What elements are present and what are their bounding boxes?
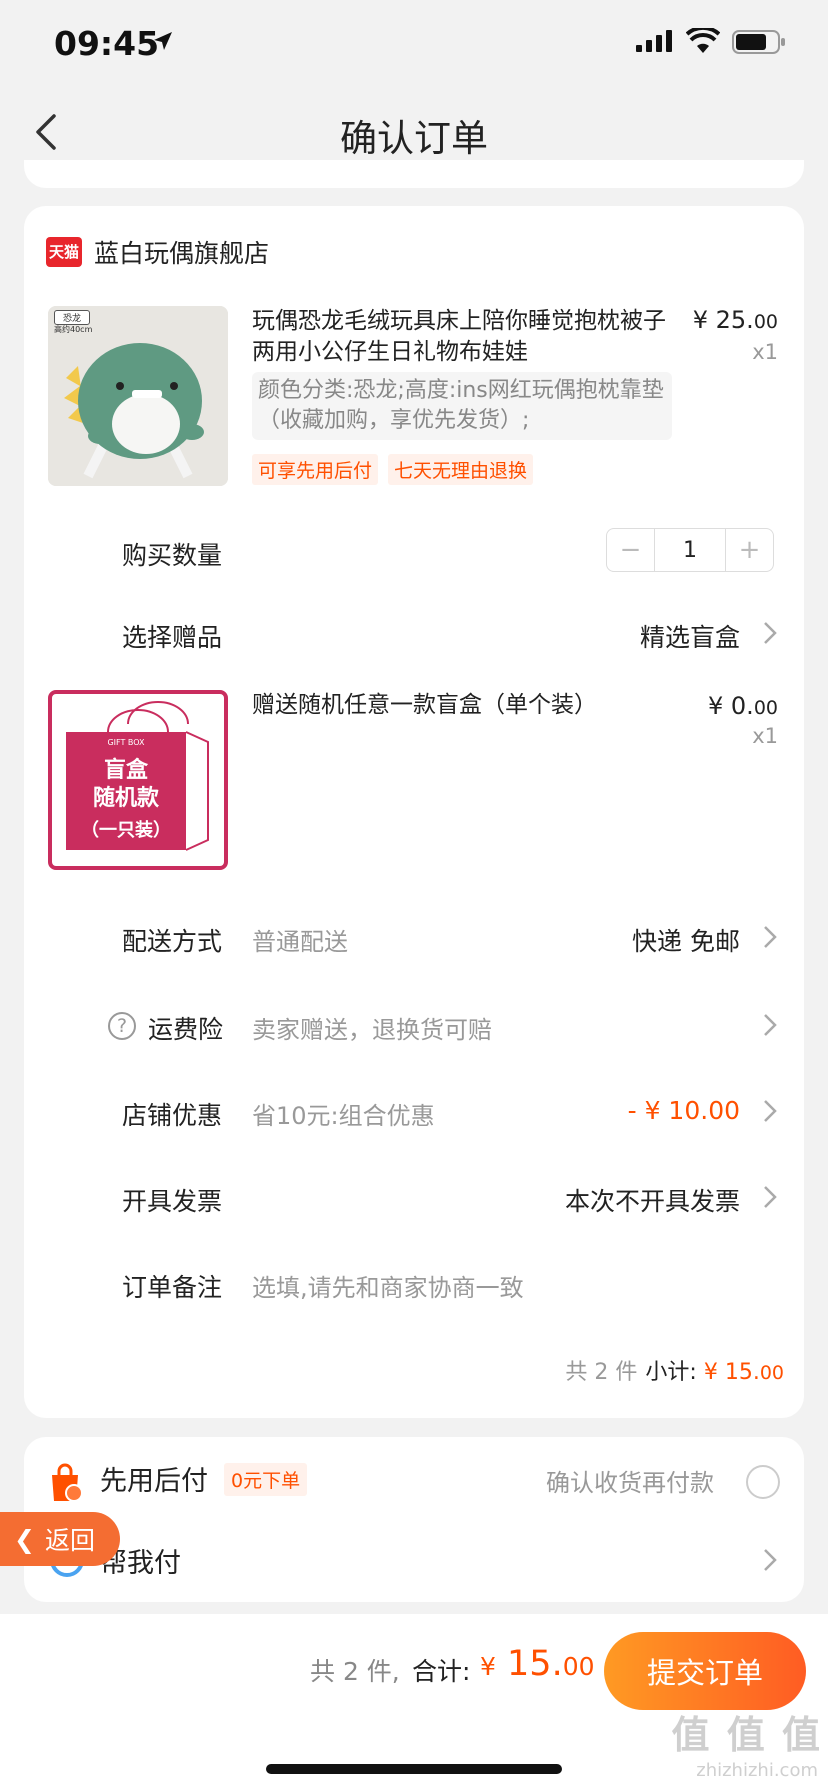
- chevron-right-icon: [764, 1100, 777, 1122]
- product-spec[interactable]: 颜色分类:恐龙;高度:ins网红玩偶抱枕靠垫（收藏加购，享优先发货）;: [252, 372, 672, 440]
- chevron-right-icon: [764, 622, 777, 644]
- invoice-label: 开具发票: [122, 1187, 223, 1216]
- product-image[interactable]: 恐龙 高约40cm: [48, 306, 228, 486]
- order-note-input[interactable]: 选填,请先和商家协商一致: [252, 1268, 524, 1303]
- shop-name: 蓝白玩偶旗舰店: [94, 239, 270, 268]
- quantity-label: 购买数量: [122, 541, 223, 570]
- page-title: 确认订单: [340, 117, 488, 160]
- cellular-signal-icon: [636, 30, 672, 52]
- chevron-left-icon: ❮: [14, 1524, 35, 1554]
- tmall-badge-icon: 天猫: [46, 237, 82, 267]
- subtotal-label: 小计:: [645, 1360, 697, 1385]
- discount-value: - ¥ 10.00: [627, 1096, 740, 1125]
- total-currency: ¥: [480, 1652, 496, 1681]
- product-price-int: ¥ 25.: [692, 306, 754, 334]
- quantity-value[interactable]: 1: [655, 529, 725, 571]
- submit-order-button[interactable]: 提交订单: [604, 1632, 806, 1710]
- delivery-label: 配送方式: [122, 927, 223, 956]
- gift-box-small-text: GIFT BOX: [107, 738, 145, 747]
- insurance-sub: 卖家赠送，退换货可赔: [252, 1016, 492, 1044]
- insurance-label: 运费险: [148, 1015, 224, 1044]
- pay-later-label: 先用后付: [100, 1466, 208, 1497]
- total-amount: ¥ 15.00: [480, 1644, 595, 1684]
- total-count: 共 2 件,: [310, 1657, 400, 1686]
- invoice-value: 本次不开具发票: [564, 1187, 740, 1216]
- floating-back-button[interactable]: ❮ 返回: [0, 1512, 120, 1566]
- delivery-value: 快递 免邮: [632, 927, 740, 956]
- gift-price-dec: 00: [753, 697, 778, 719]
- gift-item-qty: x1: [752, 724, 778, 748]
- quantity-stepper: − 1 +: [606, 528, 774, 572]
- shop-header[interactable]: 天猫 蓝白玩偶旗舰店: [46, 234, 269, 270]
- gift-box-line2: 随机款: [92, 786, 159, 811]
- chevron-right-icon: [764, 1549, 777, 1571]
- shopping-bag-icon: [52, 1463, 83, 1502]
- tag-seven-day-return: 七天无理由退换: [388, 454, 534, 485]
- subtotal-amount: ¥ 15.00: [704, 1360, 784, 1385]
- pay-later-badge: 0元下单: [224, 1463, 308, 1496]
- battery-icon: [732, 30, 785, 54]
- note-label: 订单备注: [122, 1273, 223, 1302]
- watermark-url: zhizhizhi.com: [696, 1760, 818, 1781]
- subtotal-amount-dec: 00: [759, 1362, 784, 1384]
- location-arrow-icon: [154, 32, 172, 50]
- delivery-sub: 普通配送: [252, 928, 348, 956]
- question-circle-icon[interactable]: ?: [108, 1012, 136, 1040]
- gift-price-int: ¥ 0.: [708, 692, 754, 720]
- floating-back-label: 返回: [44, 1526, 95, 1555]
- tag-pay-later: 可享先用后付: [252, 454, 379, 485]
- chevron-right-icon: [764, 926, 777, 948]
- gift-label: 选择赠品: [122, 623, 223, 652]
- chevron-right-icon: [764, 1186, 777, 1208]
- previous-card-edge: [24, 160, 804, 188]
- subtotal-amount-int: ¥ 15.: [703, 1360, 760, 1385]
- status-bar: 09:45: [0, 0, 828, 90]
- product-price-dec: 00: [753, 311, 778, 333]
- product-image-size: 高约40cm: [54, 325, 93, 334]
- subtotal: 共 2 件小计: ¥ 15.00: [565, 1354, 784, 1386]
- status-time: 09:45: [54, 24, 160, 63]
- gift-box-line3: （一只装）: [81, 820, 171, 841]
- total-label: 合计:: [412, 1657, 471, 1686]
- product-image-tag: 恐龙: [54, 310, 91, 325]
- subtotal-count: 共 2 件: [565, 1360, 638, 1385]
- quantity-plus-button[interactable]: +: [725, 529, 773, 571]
- product-qty: x1: [752, 340, 778, 364]
- total-amount-dec: 00: [562, 1652, 595, 1681]
- chevron-right-icon: [764, 1014, 777, 1036]
- quantity-minus-button[interactable]: −: [607, 529, 655, 571]
- product-price: ¥ 25.00: [693, 306, 778, 334]
- gift-item-title[interactable]: 赠送随机任意一款盲盒（单个装）: [252, 690, 672, 721]
- home-indicator[interactable]: [266, 1764, 562, 1774]
- total-amount-int: 15.: [495, 1644, 563, 1684]
- product-tags: 可享先用后付 七天无理由退换: [252, 454, 534, 485]
- shop-order-card: 天猫 蓝白玩偶旗舰店 恐龙 高约40cm 玩偶恐龙毛绒玩具床上陪你睡觉抱枕被子两…: [24, 206, 804, 1418]
- watermark-logo: 值 值 值: [671, 1713, 822, 1757]
- discount-sub: 省10元:组合优惠: [252, 1102, 435, 1130]
- pay-later-radio[interactable]: [746, 1465, 780, 1499]
- product-title[interactable]: 玩偶恐龙毛绒玩具床上陪你睡觉抱枕被子两用小公仔生日礼物布娃娃: [252, 306, 672, 368]
- payment-card: 先用后付 0元下单 确认收货再付款 帮我付: [24, 1437, 804, 1602]
- pay-later-note: 确认收货再付款: [546, 1469, 714, 1497]
- gift-value: 精选盲盒: [639, 623, 740, 652]
- bottom-bar: 共 2 件, 合计: ¥ 15.00 提交订单 值 值 值 zhizhizhi.…: [0, 1614, 828, 1792]
- discount-label: 店铺优惠: [122, 1101, 223, 1130]
- gift-box-image[interactable]: GIFT BOX 盲盒 随机款 （一只装）: [48, 690, 228, 870]
- wifi-icon: [686, 28, 720, 53]
- gift-item-price: ¥ 0.00: [708, 692, 778, 720]
